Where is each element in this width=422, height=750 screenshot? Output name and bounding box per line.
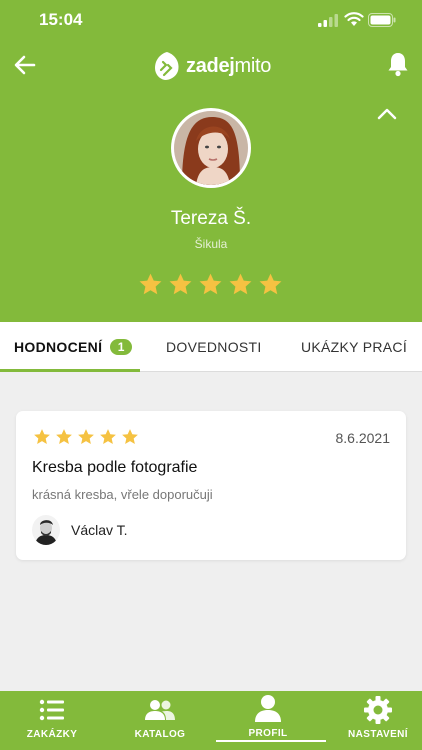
people-icon <box>145 700 175 720</box>
profile-rating <box>138 272 283 297</box>
back-arrow-icon[interactable] <box>12 52 38 78</box>
reviewer-avatar[interactable] <box>32 515 60 545</box>
active-tab-indicator <box>0 369 140 372</box>
profile-name: Tereza Š. <box>170 208 252 229</box>
battery-icon <box>368 13 396 27</box>
status-time: 15:04 <box>39 10 83 29</box>
wifi-icon <box>344 12 364 26</box>
star-icon <box>122 429 138 444</box>
review-card[interactable]: 8.6.2021 Kresba podle fotografie krásná … <box>16 411 406 560</box>
star-icon <box>229 273 252 295</box>
tab-ukazky-praci[interactable]: UKÁZKY PRACÍ <box>301 322 407 372</box>
star-icon <box>259 273 282 295</box>
nav-zakazky-label: ZAKÁZKY <box>26 729 78 740</box>
nav-profil[interactable]: PROFIL <box>216 691 326 750</box>
nav-nastaveni-label: NASTAVENÍ <box>348 729 408 740</box>
profile-avatar <box>171 108 251 188</box>
star-icon <box>199 273 222 295</box>
review-title: Kresba podle fotografie <box>32 459 198 476</box>
bottom-navigation: ZAKÁZKY KATALOG PROFIL NASTAVENÍ <box>0 691 422 750</box>
nav-katalog-label: KATALOG <box>134 729 186 740</box>
profile-role: Šikula <box>194 237 228 251</box>
bell-icon[interactable] <box>386 51 410 77</box>
logo-leaf-icon <box>155 52 179 80</box>
cellular-signal-icon <box>318 14 338 27</box>
reviewer-photo <box>32 515 60 545</box>
review-text: krásná kresba, vřele doporučuji <box>32 487 213 502</box>
tab-dovednosti[interactable]: DOVEDNOSTI <box>166 322 262 372</box>
status-bar: 15:04 <box>0 0 422 40</box>
gear-icon <box>364 696 392 724</box>
star-icon <box>34 429 50 444</box>
logo-text: zadejmito <box>186 54 272 77</box>
nav-zakazky[interactable]: ZAKÁZKY <box>0 691 104 750</box>
list-icon <box>39 699 64 721</box>
review-date: 8.6.2021 <box>335 430 391 446</box>
reviewer-name[interactable]: Václav T. <box>71 522 128 538</box>
review-rating <box>33 428 139 446</box>
profile-tabs: HODNOCENÍ 1 DOVEDNOSTI UKÁZKY PRACÍ <box>0 322 422 372</box>
nav-active-indicator <box>216 740 326 742</box>
star-icon <box>78 429 94 444</box>
person-icon <box>255 695 281 722</box>
star-icon <box>169 273 192 295</box>
star-icon <box>100 429 116 444</box>
profile-photo <box>174 111 248 185</box>
profile-header: 15:04 zadejmito Tereza Š. Šikula <box>0 0 422 322</box>
chevron-up-icon[interactable] <box>377 106 397 122</box>
tab-hodnoceni[interactable]: HODNOCENÍ 1 <box>14 322 133 372</box>
nav-profil-label: PROFIL <box>248 728 288 739</box>
nav-nastaveni[interactable]: NASTAVENÍ <box>326 691 422 750</box>
star-icon <box>56 429 72 444</box>
app-logo: zadejmito <box>154 50 271 82</box>
star-icon <box>139 273 162 295</box>
nav-katalog[interactable]: KATALOG <box>108 691 212 750</box>
reviews-count-badge: 1 <box>110 339 133 355</box>
